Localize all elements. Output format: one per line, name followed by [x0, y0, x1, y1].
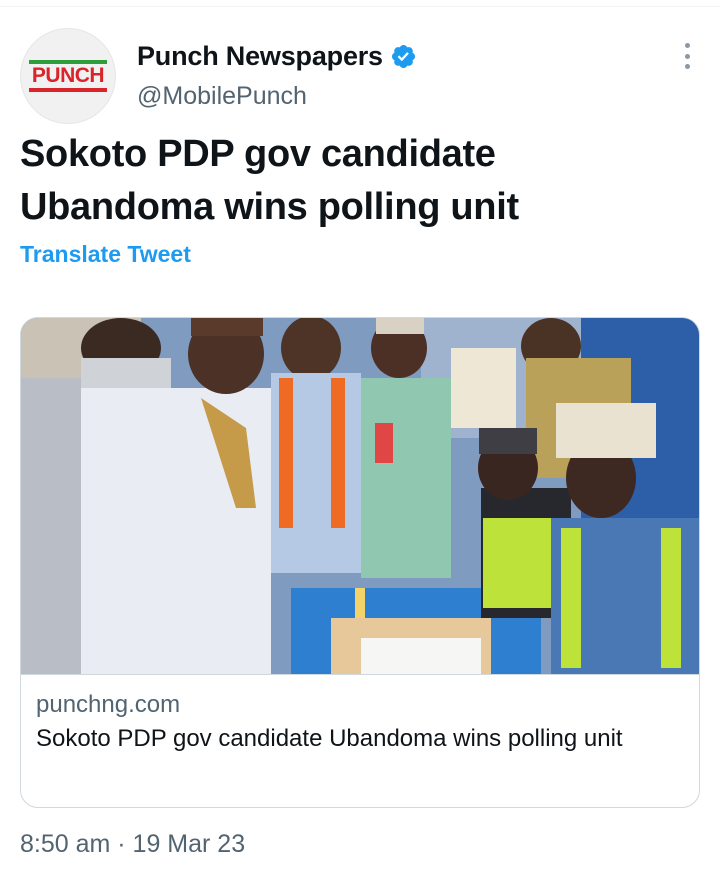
card-meta[interactable]: punchng.com Sokoto PDP gov candidate Uba… [21, 674, 699, 807]
logo-stripe-red [29, 88, 107, 92]
tweet-text: Sokoto PDP gov candidate Ubandoma wins p… [20, 133, 519, 228]
author-block: Punch Newspapers @MobilePunch [137, 40, 417, 111]
logo-text: PUNCH [31, 64, 105, 87]
punch-logo: PUNCH [29, 60, 107, 92]
tweet-timestamp[interactable]: 8:50 am · 19 Mar 23 [20, 830, 245, 859]
author-display-name[interactable]: Punch Newspapers [137, 41, 383, 72]
card-image[interactable] [21, 318, 699, 674]
more-options-icon[interactable] [680, 43, 694, 69]
name-row: Punch Newspapers [137, 40, 417, 72]
news-photo [21, 318, 699, 674]
link-card[interactable]: punchng.com Sokoto PDP gov candidate Uba… [20, 317, 700, 808]
avatar[interactable]: PUNCH [20, 28, 116, 124]
translate-tweet-link[interactable]: Translate Tweet [20, 241, 191, 268]
top-divider [0, 6, 720, 7]
verified-badge-icon[interactable] [390, 43, 417, 70]
card-title: Sokoto PDP gov candidate Ubandoma wins p… [36, 725, 623, 752]
tweet-header: PUNCH Punch Newspapers @MobilePunch [20, 28, 700, 124]
card-domain: punchng.com [36, 691, 181, 718]
author-handle[interactable]: @MobilePunch [137, 82, 417, 111]
